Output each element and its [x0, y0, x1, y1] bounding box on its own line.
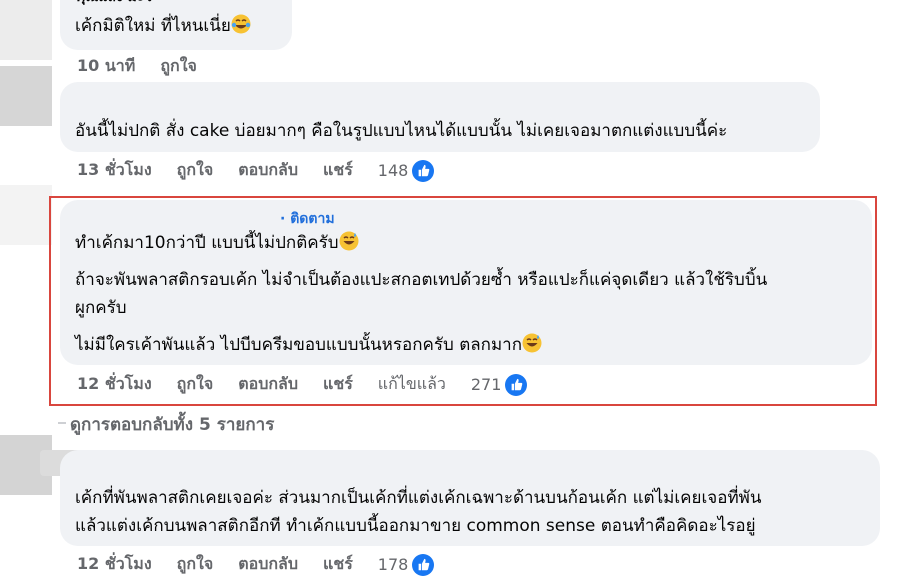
share-link[interactable]: แชร์ [323, 158, 353, 183]
comment-time[interactable]: 10 นาที [77, 54, 135, 79]
like-link[interactable]: ถูกใจ [160, 54, 197, 79]
reply-link[interactable]: ตอบกลับ [238, 158, 298, 183]
like-link[interactable]: ถูกใจ [177, 158, 214, 183]
thumbs-up-icon [412, 553, 435, 576]
comment-bubble: คุณแลง มะว่ เค้กมิติใหม่ ที่ไหนเนี่ย [60, 0, 292, 50]
commenter-name[interactable]: คุณแลง มะว่ [76, 0, 152, 8]
reply-link[interactable]: ตอบกลับ [238, 552, 298, 577]
thumbs-up-icon [412, 159, 435, 182]
comment-meta: 10 นาที ถูกใจ [77, 54, 222, 79]
like-count[interactable]: 178 [378, 555, 409, 574]
comment-time[interactable]: 12 ชั่วโมง [77, 552, 152, 577]
avatar-blurred [0, 0, 52, 60]
comment-text: อันนี้ไม่ปกติ สั่ง cake บ่อยมากๆ คือในรู… [75, 121, 728, 141]
comment-time[interactable]: 13 ชั่วโมง [77, 158, 152, 183]
comment-text-line: เค้กที่พันพลาสติกเคยเจอค่ะ ส่วนมากเป็นเค… [75, 488, 762, 508]
view-replies-link[interactable]: ดูการตอบกลับทั้ง 5 รายการ [70, 411, 274, 438]
comment-text-line: แล้วแต่งเค้กบนพลาสติกอีกที ทำเค้กแบบนี้อ… [75, 516, 756, 536]
comment-meta: 12 ชั่วโมง ถูกใจ ตอบกลับ แชร์ 178 [77, 552, 435, 577]
highlight-box [49, 196, 877, 406]
crying-laughing-emoji-icon [231, 14, 251, 34]
reply-thread-line [58, 422, 66, 424]
like-count[interactable]: 148 [378, 161, 409, 180]
comment-meta: 13 ชั่วโมง ถูกใจ ตอบกลับ แชร์ 148 [77, 158, 435, 183]
comment-text: เค้กมิติใหม่ ที่ไหนเนี่ย [75, 12, 251, 40]
like-link[interactable]: ถูกใจ [177, 552, 214, 577]
share-link[interactable]: แชร์ [323, 552, 353, 577]
comment-bubble: อันนี้ไม่ปกติ สั่ง cake บ่อยมากๆ คือในรู… [60, 82, 820, 152]
comment-bubble: เค้กที่พันพลาสติกเคยเจอค่ะ ส่วนมากเป็นเค… [60, 450, 880, 546]
avatar-blurred [0, 66, 52, 126]
avatar-blurred [0, 185, 52, 245]
